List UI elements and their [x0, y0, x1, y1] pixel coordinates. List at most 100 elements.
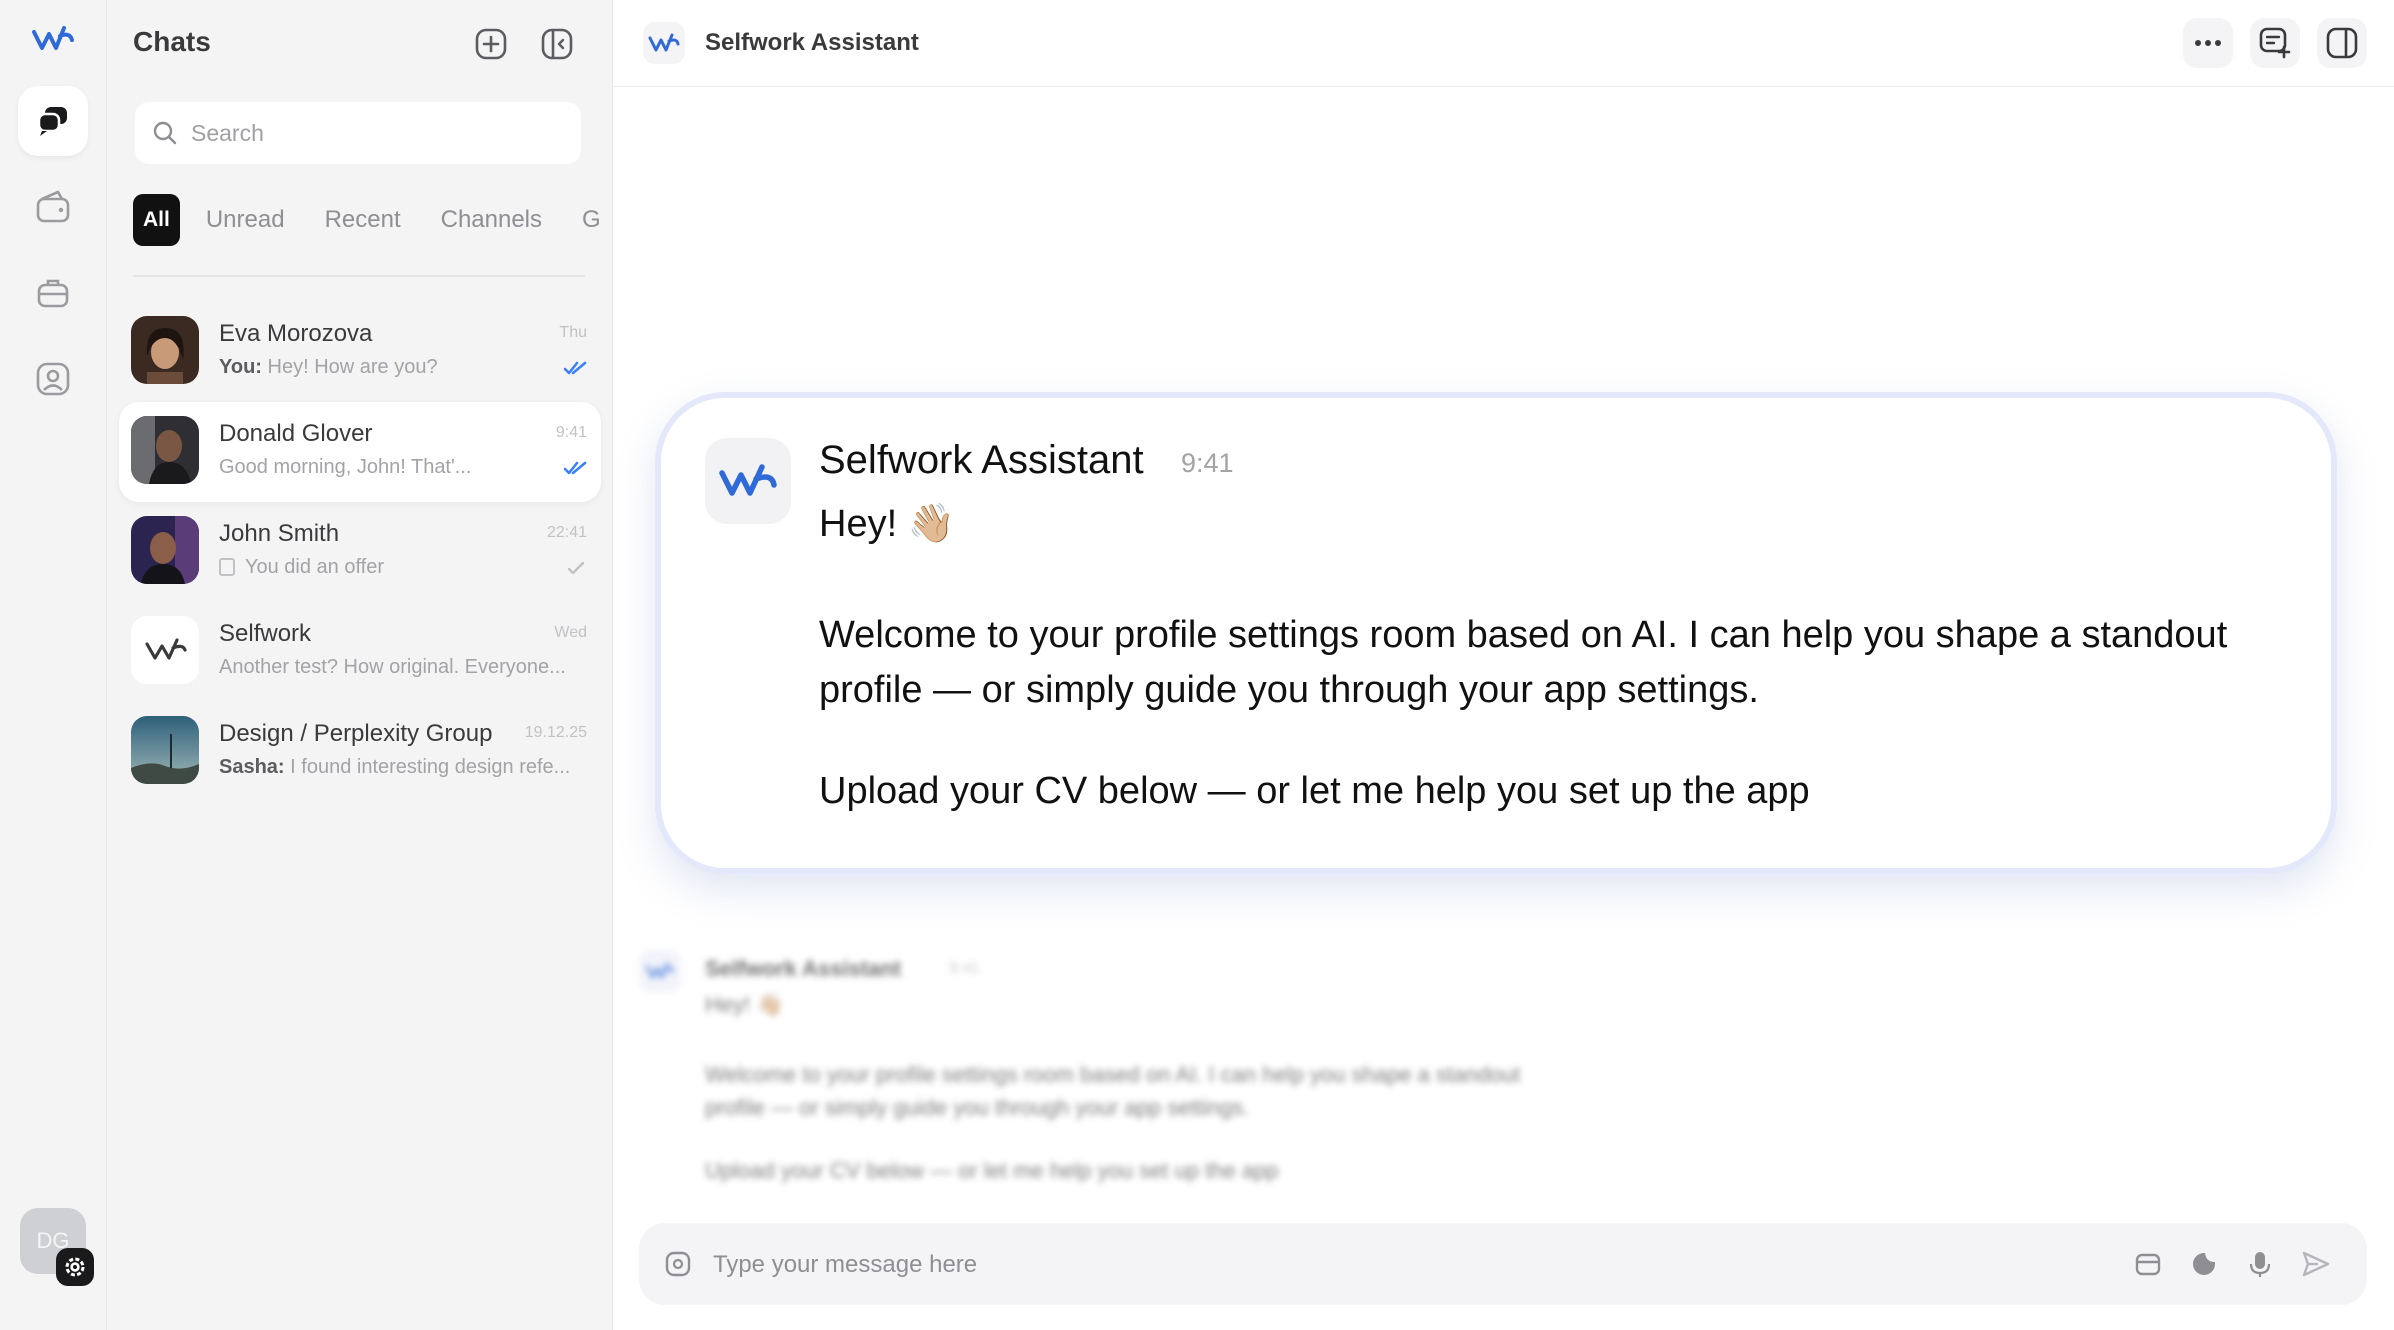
document-icon	[219, 558, 235, 576]
message-composer	[639, 1223, 2367, 1305]
selfwork-logo-icon	[643, 22, 685, 64]
chat-item-selfwork[interactable]: Selfwork Another test? How original. Eve…	[119, 602, 601, 702]
attach-icon	[665, 1251, 691, 1277]
tab-unread[interactable]: Unread	[206, 206, 285, 234]
message-paragraph: Welcome to your profile settings room ba…	[819, 614, 2228, 711]
chat-time: Wed	[554, 624, 587, 641]
profile-icon	[36, 362, 70, 396]
app-window: DG Chats Search All Unread Recent Channe…	[0, 0, 2394, 1330]
chat-plus-icon	[2259, 27, 2291, 59]
chat-preview: Good morning, John! That'...	[219, 456, 589, 479]
wallet-icon	[36, 190, 70, 223]
message-greeting: Hey! 👋🏼	[705, 992, 784, 1017]
chat-item-eva-morozova[interactable]: Eva Morozova You: Hey! How are you? Thu	[119, 302, 601, 402]
chat-name: Donald Glover	[219, 420, 373, 447]
plus-square-icon	[475, 28, 507, 60]
chat-sender: Sasha:	[219, 756, 285, 778]
chat-item-john-smith[interactable]: John Smith You did an offer 22:41	[119, 502, 601, 602]
search-icon	[153, 121, 177, 145]
message-cta: Upload your CV below — or let me help yo…	[705, 1158, 1279, 1183]
search-input[interactable]	[189, 118, 573, 148]
more-horizontal-icon	[2195, 40, 2221, 46]
tab-all[interactable]: All	[133, 194, 180, 246]
send-icon	[2302, 1251, 2330, 1277]
voice-button[interactable]	[2245, 1249, 2275, 1279]
file-button[interactable]	[2133, 1249, 2163, 1279]
attach-button[interactable]	[663, 1249, 693, 1279]
chat-preview-text: I found interesting design refe...	[290, 756, 571, 778]
avatar	[131, 416, 199, 484]
rail-item-chats[interactable]	[18, 86, 88, 156]
selfwork-logo-icon	[145, 638, 187, 660]
avatar	[131, 316, 199, 384]
selfwork-logo-icon	[639, 950, 681, 992]
message-sender: Selfwork Assistant	[819, 438, 1144, 482]
chat-items: Eva Morozova You: Hey! How are you? Thu	[119, 302, 601, 802]
new-thread-button[interactable]	[2250, 18, 2300, 68]
chat-name: Eva Morozova	[219, 320, 373, 347]
chat-time: 19.12.25	[524, 724, 587, 741]
folder-icon	[2135, 1253, 2161, 1276]
tab-channels[interactable]: Channels	[441, 206, 542, 234]
briefcase-icon	[37, 279, 69, 308]
chat-list-panel: Chats All Unread Recent	[107, 0, 613, 1330]
double-check-icon	[563, 461, 587, 475]
collapse-list-button[interactable]	[537, 24, 577, 64]
chat-preview: You: Hey! How are you?	[219, 356, 589, 379]
chat-item-design-perplexity-group[interactable]: Design / Perplexity Group Sasha: I found…	[119, 702, 601, 802]
avatar	[131, 516, 199, 584]
settings-button[interactable]	[56, 1248, 94, 1286]
sidebar-right-icon	[2326, 27, 2358, 59]
more-options-button[interactable]	[2183, 18, 2233, 68]
tab-groups[interactable]: G	[582, 206, 601, 234]
sticker-button[interactable]	[2189, 1249, 2219, 1279]
highlighted-message-card: Selfwork Assistant 9:41 Hey! 👋🏼 Welcome …	[655, 392, 2337, 874]
chat-time: Thu	[559, 324, 587, 341]
toggle-details-button[interactable]	[2317, 18, 2367, 68]
new-chat-button[interactable]	[471, 24, 511, 64]
chat-preview: You did an offer	[219, 556, 589, 579]
filter-tabs: All Unread Recent Channels G	[133, 192, 613, 248]
microphone-icon	[2249, 1252, 2271, 1277]
chat-list-title: Chats	[133, 26, 211, 57]
check-icon	[567, 561, 585, 575]
search-box[interactable]	[135, 102, 581, 164]
chat-name: Design / Perplexity Group	[219, 720, 493, 747]
assistant-avatar	[705, 438, 791, 524]
chat-name: John Smith	[219, 520, 340, 547]
tab-recent[interactable]: Recent	[325, 206, 401, 234]
conversation-title: Selfwork Assistant	[705, 29, 919, 56]
chat-time: 9:41	[555, 424, 587, 441]
message-time: 9:41	[1181, 448, 1234, 478]
conversation-panel: Selfwork Assistant Selfwork Assistant 9:…	[613, 0, 2394, 1330]
chats-icon	[37, 107, 67, 136]
rail-item-profile[interactable]	[18, 344, 88, 414]
message-time: 9:41	[949, 960, 981, 977]
conversation-header: Selfwork Assistant	[613, 0, 2394, 87]
chat-preview-text: Another test? How original. Everyone...	[219, 656, 566, 678]
double-check-icon	[563, 361, 587, 375]
avatar	[131, 616, 199, 684]
selfwork-logo-icon[interactable]	[30, 22, 76, 58]
message-paragraph: Welcome to your profile settings room ba…	[705, 1062, 1521, 1120]
chat-preview: Sasha: I found interesting design refe..…	[219, 756, 589, 779]
chat-sender: You:	[219, 356, 262, 378]
chat-name: Selfwork	[219, 620, 312, 647]
sticker-icon	[2193, 1253, 2215, 1275]
message-sender: Selfwork Assistant	[705, 956, 902, 981]
chat-preview-text: Hey! How are you?	[267, 356, 438, 378]
sidebar-toggle-icon	[541, 28, 573, 60]
message-greeting: Hey! 👋🏼	[819, 503, 956, 545]
rail-item-jobs[interactable]	[18, 258, 88, 328]
chat-preview-text: Good morning, John! That'...	[219, 456, 472, 478]
chat-preview-text: You did an offer	[245, 556, 385, 578]
avatar	[131, 716, 199, 784]
rail-item-wallet[interactable]	[18, 172, 88, 242]
nav-rail: DG	[0, 0, 107, 1330]
chat-item-donald-glover[interactable]: Donald Glover Good morning, John! That'.…	[119, 402, 601, 502]
message-input[interactable]	[711, 1243, 2015, 1287]
send-button[interactable]	[2301, 1249, 2331, 1279]
chat-preview: Another test? How original. Everyone...	[219, 656, 589, 679]
selfwork-logo-icon	[719, 464, 777, 496]
message-cta: Upload your CV below — or let me help yo…	[819, 770, 1810, 812]
